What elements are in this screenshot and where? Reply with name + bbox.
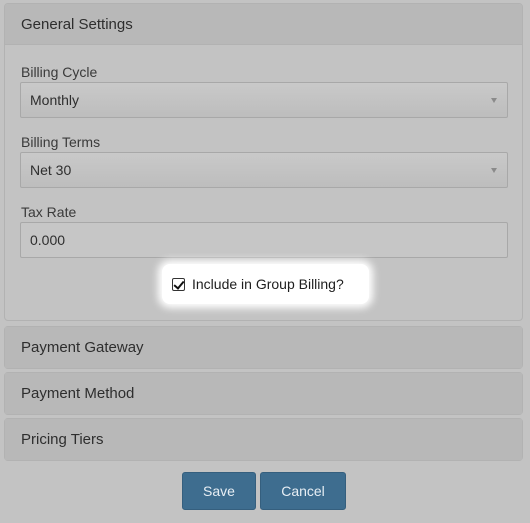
payment-gateway-panel[interactable]: Payment Gateway [4,326,523,369]
payment-method-panel[interactable]: Payment Method [4,372,523,415]
pricing-tiers-heading[interactable]: Pricing Tiers [5,419,522,460]
chevron-down-icon [491,98,497,103]
payment-method-title: Payment Method [21,385,135,402]
tax-rate-input[interactable]: 0.000 [20,222,508,258]
billing-cycle-value: Monthly [30,92,80,108]
chevron-down-icon [491,168,497,173]
pricing-tiers-title: Pricing Tiers [21,431,104,448]
cancel-button[interactable]: Cancel [260,472,346,510]
payment-method-heading[interactable]: Payment Method [5,373,522,414]
payment-gateway-heading[interactable]: Payment Gateway [5,327,522,368]
billing-cycle-select[interactable]: Monthly [20,82,508,118]
payment-gateway-title: Payment Gateway [21,339,144,356]
billing-terms-label: Billing Terms [21,134,101,150]
billing-terms-select[interactable]: Net 30 [20,152,508,188]
group-billing-checkbox-row[interactable]: Include in Group Billing? [162,264,369,304]
pricing-tiers-panel[interactable]: Pricing Tiers [4,418,523,461]
group-billing-checkbox[interactable] [172,277,185,291]
checkmark-icon [173,277,185,290]
tax-rate-label: Tax Rate [21,204,77,220]
billing-cycle-label: Billing Cycle [21,64,98,80]
save-button[interactable]: Save [182,472,256,510]
tax-rate-value: 0.000 [30,232,66,248]
general-settings-title: General Settings [21,15,133,33]
billing-terms-value: Net 30 [30,162,72,178]
general-settings-heading[interactable]: General Settings [5,4,522,45]
group-billing-label: Include in Group Billing? [192,276,344,292]
